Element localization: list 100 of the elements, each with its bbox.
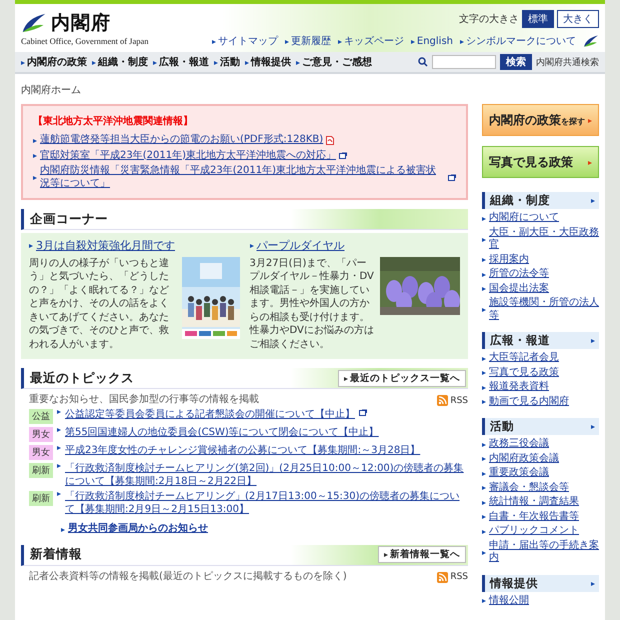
topic-footer-link[interactable]: 男女共同参画局からのお知らせ: [68, 523, 208, 536]
site-logo-subtitle: Cabinet Office, Government of Japan: [21, 36, 149, 46]
sidebar-link[interactable]: 採用案内: [489, 254, 529, 266]
sidebar-link[interactable]: 情報公開: [489, 594, 529, 607]
sidebar-link[interactable]: パブリックコメント: [489, 525, 579, 538]
topic-link[interactable]: 第55回国連婦人の地位委員会(CSW)等について閉会について【中止】: [65, 427, 379, 440]
section-description: 重要なお知らせ、国民参加型の行事等の情報を掲載: [29, 392, 259, 406]
bullet-icon: [57, 492, 61, 496]
sidebar-link[interactable]: 国会提出法案: [489, 282, 549, 295]
bullet-icon: [482, 500, 486, 505]
search-field[interactable]: [432, 55, 496, 69]
bullet-icon: [245, 60, 249, 64]
feature-text: 周りの人の様子が「いつもと違う」と気づいたら、「どうしたの？」「よく眠れてる？」などと声をかけ、その人の話をよくきいてあげてください。あなたの気づきで、そのひと声で、救われる人がいます。: [29, 256, 170, 352]
sidebar-link[interactable]: 所管の法令等: [489, 268, 549, 280]
category-tag: 公益: [29, 409, 53, 424]
feature-link[interactable]: パープルダイヤル: [256, 239, 344, 253]
nav-link[interactable]: 広報・報道: [153, 55, 209, 69]
font-size-button[interactable]: 標準: [522, 10, 554, 28]
sidebar-link[interactable]: 白書・年次報告書等: [489, 510, 579, 523]
bullet-icon: [482, 472, 486, 476]
sidebar-header[interactable]: 情報提供: [482, 574, 599, 592]
breadcrumb[interactable]: 内閣府ホーム: [15, 74, 605, 104]
external-link-icon: [448, 174, 456, 181]
promo-button[interactable]: 内閣府の政策を探す: [482, 104, 599, 136]
bullet-icon: [482, 442, 486, 447]
feature-link[interactable]: 3月は自殺対策強化月間です: [36, 239, 175, 253]
more-link[interactable]: 新着情報一覧へ: [378, 546, 466, 564]
sidebar-title: 活動: [490, 419, 514, 434]
utility-link[interactable]: English: [410, 36, 453, 46]
bullet-icon: [482, 486, 486, 490]
sidebar-header[interactable]: 組織・制度: [482, 192, 599, 209]
bullet-icon: [250, 244, 254, 248]
bullet-icon: [482, 371, 486, 376]
topic-link[interactable]: 「行政救済制度検討チームヒアリング」(2月17日13:00～15:30)の傍聴者の募集について【募集期間:2月9日～2月15日13:00】: [65, 491, 468, 516]
bullet-icon: [33, 154, 37, 158]
sidebar-link[interactable]: 大臣等記者会見: [489, 352, 559, 364]
bullet-icon: [591, 425, 595, 429]
utility-link[interactable]: シンボルマークについて: [460, 34, 576, 48]
topic-link[interactable]: 公益認定等委員会委員による記者懇談会の開催について【中止】: [65, 409, 355, 422]
utility-link[interactable]: キッズページ: [338, 34, 404, 48]
category-tag: 男女: [29, 445, 53, 460]
bullet-icon: [29, 244, 33, 248]
logo-icon: [583, 34, 599, 48]
utility-link[interactable]: サイトマップ: [212, 34, 278, 48]
nav-link[interactable]: 情報提供: [245, 55, 291, 69]
font-size-button[interactable]: 大きく: [557, 10, 599, 28]
sidebar-link[interactable]: 写真で見る政策: [489, 366, 559, 379]
topic-link[interactable]: 平成23年度女性のチャレンジ賞候補者の公募について【募集期間:～3月28日】: [65, 445, 420, 458]
category-tag: 刷新: [29, 463, 53, 478]
bullet-icon: [591, 199, 595, 203]
bullet-icon: [410, 40, 415, 44]
bullet-icon: [482, 599, 486, 604]
rss-icon: [437, 395, 448, 406]
bullet-icon: [296, 60, 300, 64]
sidebar-link[interactable]: 重要政策会議: [489, 467, 549, 480]
sidebar-title: 組織・制度: [490, 193, 550, 208]
sidebar-link[interactable]: 大臣・副大臣・大臣政務官: [489, 226, 599, 252]
site-logo-title[interactable]: 内閣府: [51, 10, 111, 36]
bullet-icon: [57, 410, 61, 414]
bullet-icon: [384, 553, 388, 558]
search-button[interactable]: 検索: [500, 54, 532, 70]
link[interactable]: 官邸対策室「平成23年(2011年)東北地方太平洋沖地震への対応」: [40, 150, 336, 162]
pdf-icon: [326, 136, 334, 145]
bullet-icon: [482, 216, 486, 221]
section-title: 新着情報: [30, 546, 82, 564]
sidebar-header[interactable]: 広報・報道: [482, 332, 599, 349]
bullet-icon: [482, 356, 486, 361]
bullet-icon: [588, 118, 592, 122]
bullet-icon: [482, 530, 486, 534]
bullet-icon: [482, 386, 486, 390]
sidebar-link[interactable]: 政務三役会議: [489, 438, 549, 450]
bullet-icon: [591, 339, 595, 343]
feature-text: 3月27日(日)まで、「パープルダイヤル－性暴力・DV相談電話－」を実施しています。男性や外国人の方からの相談も受け付けます。性暴力やDVにお悩みの方はご相談ください。: [250, 256, 375, 352]
more-link[interactable]: 最近のトピックス一覧へ: [338, 370, 466, 387]
section-description: 記者公表資料等の情報を掲載(最近のトピックスに掲載するものを除く): [29, 570, 347, 583]
sidebar-link[interactable]: 内閣府政策会議: [489, 452, 559, 465]
nav-link[interactable]: 内閣府の政策: [21, 55, 87, 69]
rss-link[interactable]: RSS: [437, 572, 468, 583]
topic-link[interactable]: 「行政救済制度検討チームヒアリング(第2回)」(2月25日10:00～12:00)の傍聴者の募集について【募集期間:2月18日～2月22日】: [65, 463, 468, 488]
promo-button[interactable]: 写真で見る政策: [482, 146, 599, 178]
bullet-icon: [61, 528, 65, 532]
bullet-icon: [482, 238, 486, 242]
sidebar-link[interactable]: 統計情報・調査結果: [489, 496, 579, 508]
sidebar-link[interactable]: 内閣府について: [489, 212, 559, 224]
link[interactable]: 蓮舫節電啓発等担当大臣からの節電のお願い(PDF形式:128KB): [40, 134, 324, 146]
nav-link[interactable]: 組織・制度: [92, 55, 148, 69]
sidebar-link[interactable]: 報道発表資料: [489, 381, 549, 394]
utility-link[interactable]: 更新履歴: [284, 34, 331, 48]
link[interactable]: 内閣府防災情報「災害緊急情報「平成23年(2011年)東北地方太平洋沖地震による被害状況等について」: [40, 165, 445, 190]
sidebar-link[interactable]: 施設等機関・所管の法人等: [489, 297, 599, 322]
section-title: 最近のトピックス: [30, 370, 134, 387]
nav-link[interactable]: ご意見・ご感想: [296, 55, 372, 69]
rss-link[interactable]: RSS: [437, 395, 468, 406]
sidebar-header[interactable]: 活動: [482, 418, 599, 435]
nav-link[interactable]: 活動: [214, 55, 240, 69]
sidebar-link[interactable]: 申請・届出等の手続き案内: [489, 540, 599, 564]
bullet-icon: [588, 160, 592, 164]
bullet-icon: [344, 376, 348, 381]
sidebar-link[interactable]: 審議会・懇談会等: [489, 482, 569, 494]
sidebar-link[interactable]: 動画で見る内閣府: [489, 396, 569, 408]
